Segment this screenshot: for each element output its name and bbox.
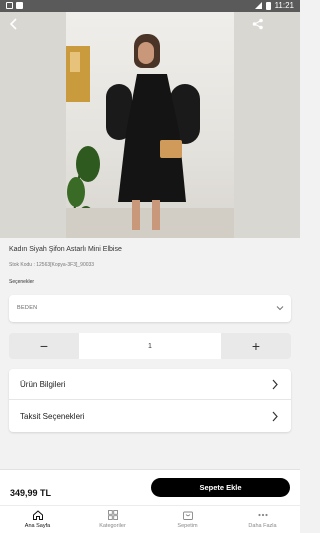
chevron-right-icon bbox=[272, 411, 278, 422]
share-button[interactable] bbox=[250, 16, 266, 32]
add-to-cart-button[interactable]: Sepete Ekle bbox=[151, 478, 290, 497]
notification-icon bbox=[6, 2, 13, 9]
installment-options-label: Taksit Seçenekleri bbox=[20, 412, 85, 421]
model-leg bbox=[132, 200, 140, 230]
back-button[interactable] bbox=[6, 16, 22, 32]
installment-options-row[interactable]: Taksit Seçenekleri bbox=[9, 401, 291, 432]
notification-icon bbox=[16, 2, 23, 9]
more-icon bbox=[257, 513, 268, 517]
tab-label: Daha Fazla bbox=[248, 523, 277, 529]
wall-art-detail bbox=[70, 52, 80, 72]
home-icon bbox=[32, 510, 43, 520]
tab-label: Sepetim bbox=[177, 523, 198, 529]
product-image-area bbox=[0, 12, 300, 238]
increment-button[interactable]: + bbox=[221, 333, 291, 359]
tab-home[interactable]: Ana Sayfa bbox=[0, 506, 75, 533]
status-indicators: 11:21 bbox=[254, 1, 294, 10]
chevron-down-icon bbox=[276, 306, 284, 311]
grid-icon bbox=[107, 510, 118, 520]
product-image[interactable] bbox=[66, 12, 234, 238]
product-price: 349,99 TL bbox=[10, 488, 52, 498]
product-info-row[interactable]: Ürün Bilgileri bbox=[9, 369, 291, 400]
decrement-button[interactable]: − bbox=[9, 333, 79, 359]
chevron-left-icon bbox=[9, 18, 17, 30]
size-select-placeholder: BEDEN bbox=[17, 305, 38, 311]
tab-cart[interactable]: Sepetim bbox=[150, 506, 225, 533]
bottom-navigation: Ana Sayfa Kategoriler Sepetim Daha Fazla bbox=[0, 505, 300, 533]
size-select[interactable]: BEDEN bbox=[9, 295, 291, 322]
tab-categories[interactable]: Kategoriler bbox=[75, 506, 150, 533]
product-sections: Ürün Bilgileri Taksit Seçenekleri bbox=[9, 369, 291, 432]
model-leg bbox=[152, 200, 160, 230]
battery-icon bbox=[265, 1, 271, 10]
floor bbox=[66, 208, 234, 238]
options-label: Seçenekler bbox=[9, 279, 35, 285]
cart-bar: 349,99 TL Sepete Ekle bbox=[0, 469, 300, 505]
product-info-label: Ürün Bilgileri bbox=[20, 380, 66, 389]
quantity-value: 1 bbox=[79, 333, 221, 359]
chevron-right-icon bbox=[272, 379, 278, 390]
tab-label: Ana Sayfa bbox=[24, 523, 51, 529]
clutch-bag bbox=[160, 140, 182, 158]
quantity-stepper: − 1 + bbox=[9, 333, 291, 359]
status-bar: 11:21 bbox=[0, 0, 300, 12]
tab-label: Kategoriler bbox=[99, 523, 126, 529]
signal-icon bbox=[254, 2, 262, 9]
model-face bbox=[138, 42, 154, 64]
product-title: Kadın Siyah Şifon Astarlı Mini Elbise bbox=[9, 246, 122, 253]
share-icon bbox=[252, 18, 263, 30]
tab-more[interactable]: Daha Fazla bbox=[225, 506, 300, 533]
product-sku: Stok Kodu : 12563[Kopya-3F3]_90033 bbox=[9, 262, 95, 268]
cart-icon bbox=[182, 511, 193, 520]
status-time: 11:21 bbox=[274, 1, 294, 10]
